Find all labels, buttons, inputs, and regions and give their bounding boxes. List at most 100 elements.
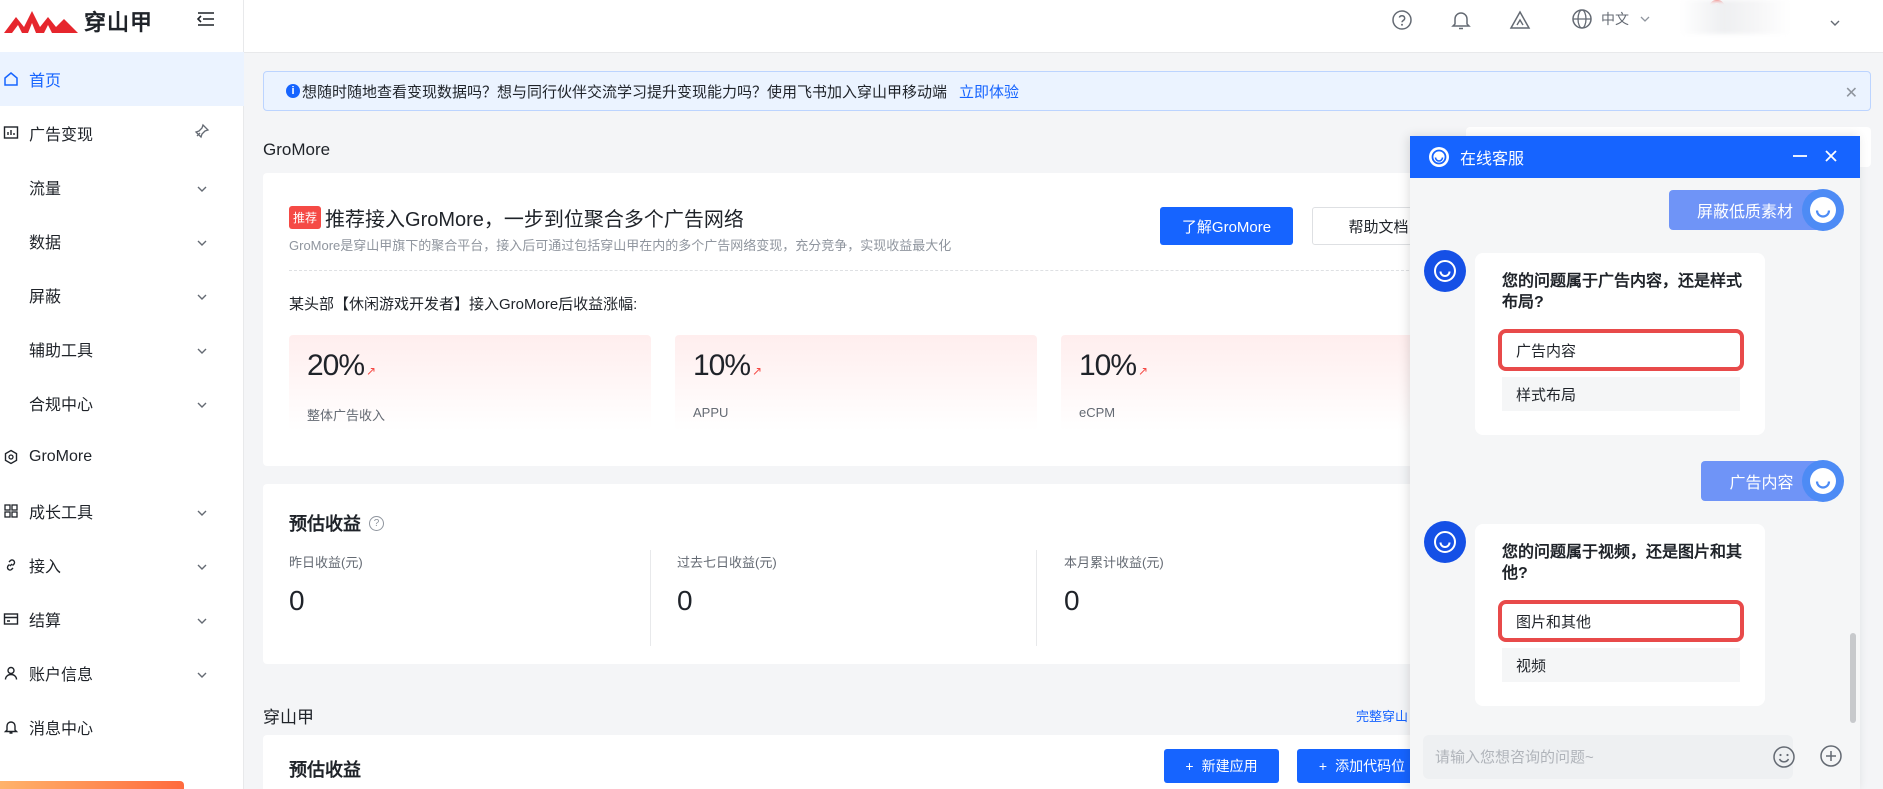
chart-icon (2, 124, 20, 142)
option-video[interactable]: 视频 (1502, 648, 1740, 682)
chat-input[interactable] (1423, 735, 1763, 779)
question-icon[interactable]: ? (369, 515, 384, 531)
close-icon[interactable]: ✕ (1845, 83, 1858, 103)
collapse-menu-button[interactable] (195, 8, 217, 30)
chevron-down-icon[interactable] (1829, 14, 1841, 32)
stat-card-appu: 10% ↗ APPU (675, 335, 1037, 431)
sidebar-item-block[interactable]: 屏蔽 (0, 268, 244, 322)
section-title-gromore: GroMore (263, 140, 331, 159)
support-icon (1429, 147, 1449, 167)
plus-icon: + (1318, 758, 1328, 774)
sidebar-item-ad-monetization[interactable]: 广告变现 (0, 106, 244, 160)
brand-name: 穿山甲 (84, 10, 154, 35)
bot-avatar (1424, 521, 1466, 563)
plus-icon: + (1185, 758, 1194, 774)
notice-text: 想随时随地查看变现数据吗？想与同行伙伴交流学习提升变现能力吗？使用飞书加入穿山甲… (302, 83, 948, 101)
chat-panel: 在线客服 屏蔽低质素材 您的问题属于广告内容，还是样式布局? 广告内容 样式布局… (1410, 136, 1860, 789)
info-icon: i (286, 84, 300, 98)
estimate-value: 0 (289, 585, 305, 616)
chat-input-box (1423, 735, 1795, 779)
notification-bell-icon[interactable] (1449, 8, 1473, 32)
sidebar-item-label: 屏蔽 (29, 289, 62, 306)
option-style-layout[interactable]: 样式布局 (1502, 377, 1740, 411)
notice-link[interactable]: 立即体验 (959, 81, 1019, 102)
bell-icon (2, 718, 20, 736)
option-image-other[interactable]: 图片和其他 (1498, 600, 1744, 642)
option-ad-content[interactable]: 广告内容 (1498, 329, 1744, 371)
estimate-title: 预估收益 ? (289, 510, 384, 536)
chevron-down-icon (1640, 16, 1650, 22)
arrow-up-icon: ↗ (1138, 364, 1148, 378)
arrow-up-icon: ↗ (752, 364, 762, 378)
sidebar-item-label: 数据 (29, 235, 62, 252)
csj-estimate-card: 预估收益 + 新建应用 + 添加代码位 (263, 735, 1463, 789)
minimize-icon[interactable] (1790, 146, 1810, 166)
close-icon[interactable] (1821, 146, 1841, 166)
user-avatar (1802, 189, 1844, 231)
learn-gromore-button[interactable]: 了解GroMore (1160, 207, 1293, 245)
estimate-label: 过去七日收益(元) (677, 555, 777, 570)
sidebar-item-growth[interactable]: 成长工具 (0, 484, 244, 538)
chevron-down-icon (196, 396, 208, 414)
user-icon (2, 664, 20, 682)
user-message: 屏蔽低质素材 (1669, 190, 1821, 230)
hexagon-icon (2, 448, 20, 466)
brand-logo-icon (4, 11, 78, 33)
add-attachment-icon[interactable] (1818, 743, 1844, 769)
estimate-seven-days: 过去七日收益(元) 0 (677, 552, 777, 648)
recommend-tag: 推荐 (289, 206, 322, 229)
stat-value: 10% ↗ (1079, 349, 1148, 382)
notice-banner: i 想随时随地查看变现数据吗？想与同行伙伴交流学习提升变现能力吗？使用飞书加入穿… (263, 71, 1871, 111)
sidebar-item-label: 成长工具 (29, 505, 94, 522)
bot-question: 您的问题属于广告内容，还是样式布局? (1502, 273, 1743, 311)
sidebar-item-label: 消息中心 (29, 721, 94, 738)
user-avatar (1802, 460, 1844, 502)
bot-avatar-icon (1434, 531, 1456, 553)
sidebar-item-tools[interactable]: 辅助工具 (0, 322, 244, 376)
chevron-down-icon (196, 558, 208, 576)
estimate-month: 本月累计收益(元) 0 (1064, 552, 1164, 648)
csj-estimate-title: 预估收益 (289, 760, 361, 780)
gromore-card: 推荐 推荐接入GroMore，一步到位聚合多个广告网络 GroMore是穿山甲旗… (263, 173, 1463, 466)
brand-logo[interactable]: 穿山甲 (0, 0, 153, 42)
warning-icon[interactable] (1508, 8, 1532, 32)
grid-icon (2, 502, 20, 520)
sidebar-promo-banner[interactable] (0, 781, 184, 789)
sidebar-item-account[interactable]: 账户信息 (0, 646, 244, 700)
sidebar-item-integration[interactable]: 接入 (0, 538, 244, 592)
pin-icon[interactable] (194, 123, 210, 144)
emoji-icon[interactable] (1771, 744, 1797, 770)
chat-scrollbar[interactable] (1850, 633, 1856, 723)
user-avatar-icon (1810, 197, 1836, 223)
sidebar-item-gromore[interactable]: GroMore (0, 430, 244, 484)
bot-avatar-icon (1434, 260, 1456, 282)
sidebar-item-messages[interactable]: 消息中心 (0, 700, 244, 754)
link-icon (2, 556, 20, 574)
sidebar-item-home[interactable]: 首页 (0, 52, 244, 106)
stat-label: eCPM (1079, 405, 1116, 420)
help-icon[interactable] (1390, 8, 1414, 32)
sidebar-item-traffic[interactable]: 流量 (0, 160, 244, 214)
divider (1036, 550, 1037, 646)
chevron-down-icon (196, 666, 208, 684)
sidebar: 穿山甲 首页 广告变现 流量 数据 屏蔽 辅助工具 合规中心 GroMore 成… (0, 0, 244, 789)
language-selector[interactable]: 中文 (1571, 8, 1651, 30)
menu-fold-icon (197, 12, 214, 26)
chat-messages: 屏蔽低质素材 您的问题属于广告内容，还是样式布局? 广告内容 样式布局 广告内容… (1410, 178, 1860, 723)
sidebar-item-data[interactable]: 数据 (0, 214, 244, 268)
sidebar-item-compliance[interactable]: 合规中心 (0, 376, 244, 430)
arrow-up-icon: ↗ (366, 364, 376, 378)
chevron-down-icon (196, 180, 208, 198)
bot-message-card: 您的问题属于广告内容，还是样式布局? 广告内容 样式布局 (1475, 253, 1765, 435)
new-app-button[interactable]: + 新建应用 (1164, 749, 1279, 783)
estimate-label: 本月累计收益(元) (1064, 555, 1164, 570)
user-avatar-icon (1810, 468, 1836, 494)
add-slot-button[interactable]: + 添加代码位 (1297, 749, 1427, 783)
bot-message-card: 您的问题属于视频，还是图片和其他? 图片和其他 视频 (1475, 524, 1765, 706)
sidebar-item-label: GroMore (29, 448, 93, 465)
stat-label: 整体广告收入 (307, 408, 386, 423)
estimate-label: 昨日收益(元) (289, 555, 363, 570)
sidebar-item-settlement[interactable]: 结算 (0, 592, 244, 646)
full-csj-link[interactable]: 完整穿山 (1356, 706, 1408, 725)
user-avatar[interactable] (1680, 0, 1790, 34)
